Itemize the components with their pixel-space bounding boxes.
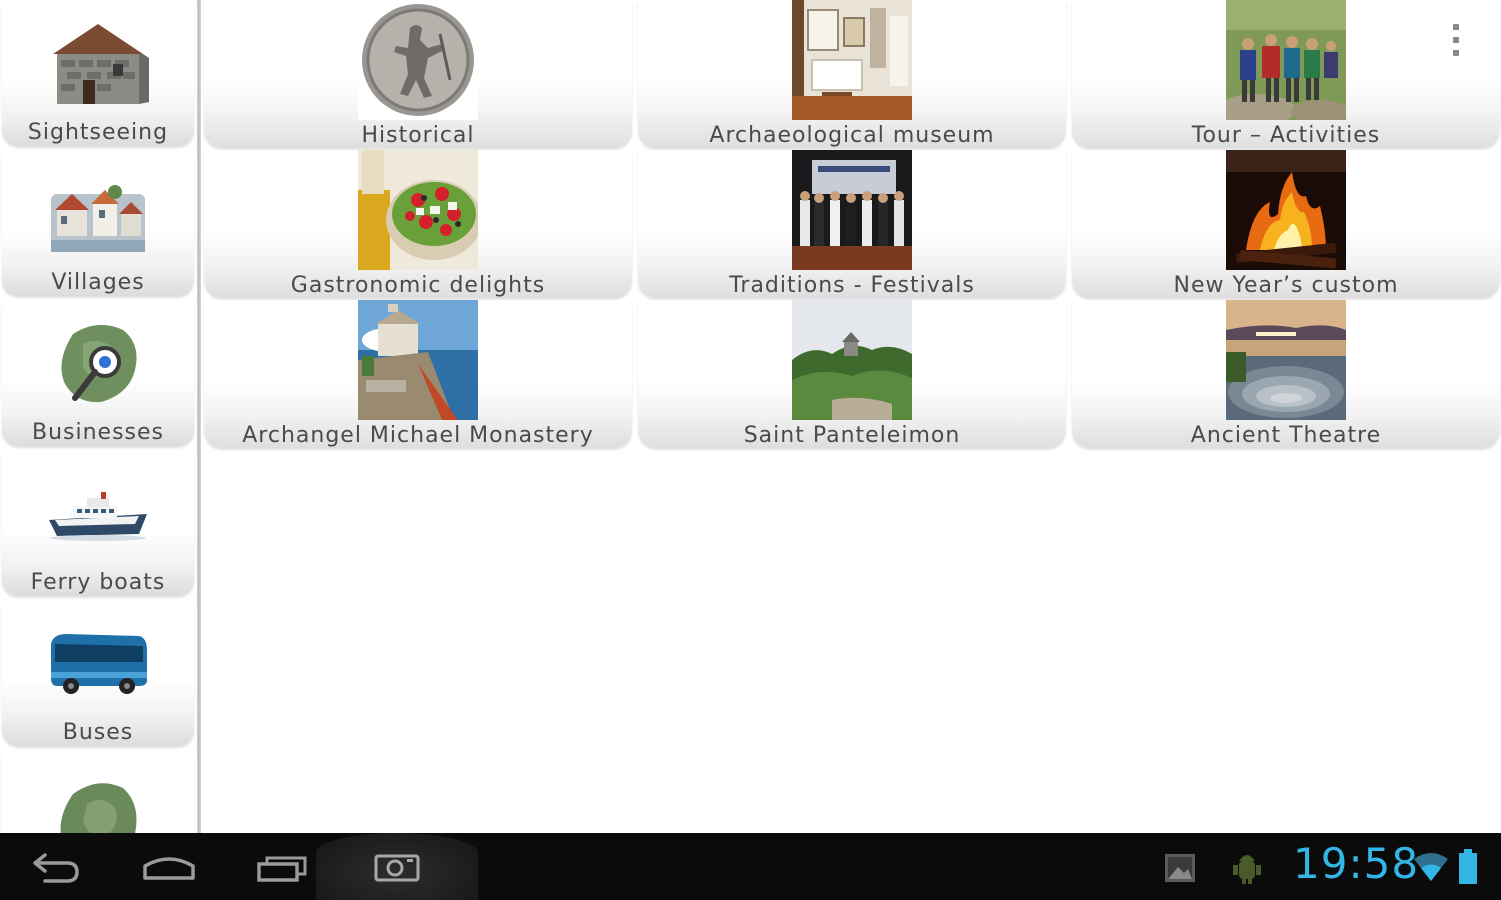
tile-label: Traditions - Festivals	[729, 273, 975, 298]
theatre-thumbnail	[1226, 300, 1346, 420]
island-map-icon	[43, 764, 153, 833]
sidebar-item-buses[interactable]: Buses	[2, 600, 194, 746]
hikers-thumbnail	[1226, 0, 1346, 120]
sidebar-item-villages[interactable]: Villages	[2, 150, 194, 296]
tile-new-years-custom[interactable]: New Year’s custom	[1072, 150, 1500, 298]
category-grid: Historical Archaeological museum Tour – …	[204, 0, 1501, 452]
tile-archangel-michael-monastery[interactable]: Archangel Michael Monastery	[204, 300, 632, 448]
tile-label: New Year’s custom	[1173, 273, 1399, 298]
tile-historical[interactable]: Historical	[204, 0, 632, 148]
battery-icon[interactable]	[1458, 849, 1478, 885]
clock: 19:58	[1293, 839, 1420, 888]
sidebar-item-ferry-boats[interactable]: Ferry boats	[2, 450, 194, 596]
village-icon	[43, 164, 153, 260]
historical-thumbnail	[358, 0, 478, 120]
tile-ancient-theatre[interactable]: Ancient Theatre	[1072, 300, 1500, 448]
sidebar-divider	[197, 0, 201, 833]
tile-label: Tour – Activities	[1191, 123, 1381, 148]
sidebar-item-label: Sightseeing	[27, 120, 169, 145]
sidebar-item-label: Businesses	[31, 420, 164, 445]
recent-apps-icon	[257, 856, 307, 882]
tile-gastronomic-delights[interactable]: Gastronomic delights	[204, 150, 632, 298]
fire-thumbnail	[1226, 150, 1346, 270]
stone-house-icon	[43, 14, 153, 110]
menu-dot	[1453, 50, 1459, 56]
screenshot-icon	[374, 854, 420, 881]
android-debug-icon[interactable]	[1232, 851, 1262, 885]
menu-dot	[1453, 37, 1459, 43]
system-navigation-bar: 19:58	[0, 833, 1501, 900]
tile-label: Historical	[361, 123, 475, 148]
wifi-icon[interactable]	[1412, 851, 1450, 883]
tile-label: Gastronomic delights	[290, 273, 546, 298]
map-magnifier-icon	[43, 314, 153, 410]
gallery-notification-icon[interactable]	[1164, 853, 1196, 883]
tile-traditions-festivals[interactable]: Traditions - Festivals	[638, 150, 1066, 298]
overflow-menu-icon[interactable]	[1446, 22, 1466, 58]
museum-thumbnail	[792, 0, 912, 120]
ferry-icon	[43, 464, 153, 560]
tile-tour-activities[interactable]: Tour – Activities	[1072, 0, 1500, 148]
back-icon	[33, 853, 79, 883]
tile-saint-panteleimon[interactable]: Saint Panteleimon	[638, 300, 1066, 448]
bus-icon	[43, 614, 153, 710]
sidebar-item-label: Ferry boats	[30, 570, 166, 595]
monastery-thumbnail	[358, 300, 478, 420]
sidebar-item-sightseeing[interactable]: Sightseeing	[2, 0, 194, 146]
salad-thumbnail	[358, 150, 478, 270]
home-icon	[143, 857, 195, 880]
screenshot-button[interactable]	[316, 833, 478, 900]
sidebar-item-businesses[interactable]: Businesses	[2, 300, 194, 446]
recent-apps-button[interactable]	[248, 839, 318, 895]
back-button[interactable]	[22, 839, 92, 895]
tile-label: Archangel Michael Monastery	[242, 423, 594, 448]
tile-label: Archaeological museum	[709, 123, 995, 148]
sidebar-item-map[interactable]	[2, 750, 194, 833]
forest-thumbnail	[792, 300, 912, 420]
category-sidebar: Sightseeing Villages Businesses Ferry bo…	[0, 0, 198, 833]
tile-archaeological-museum[interactable]: Archaeological museum	[638, 0, 1066, 148]
tile-label: Saint Panteleimon	[743, 423, 961, 448]
festival-thumbnail	[792, 150, 912, 270]
sidebar-item-label: Buses	[62, 720, 134, 745]
menu-dot	[1453, 24, 1459, 30]
sidebar-item-label: Villages	[51, 270, 145, 295]
home-button[interactable]	[134, 839, 204, 895]
tile-label: Ancient Theatre	[1190, 423, 1382, 448]
